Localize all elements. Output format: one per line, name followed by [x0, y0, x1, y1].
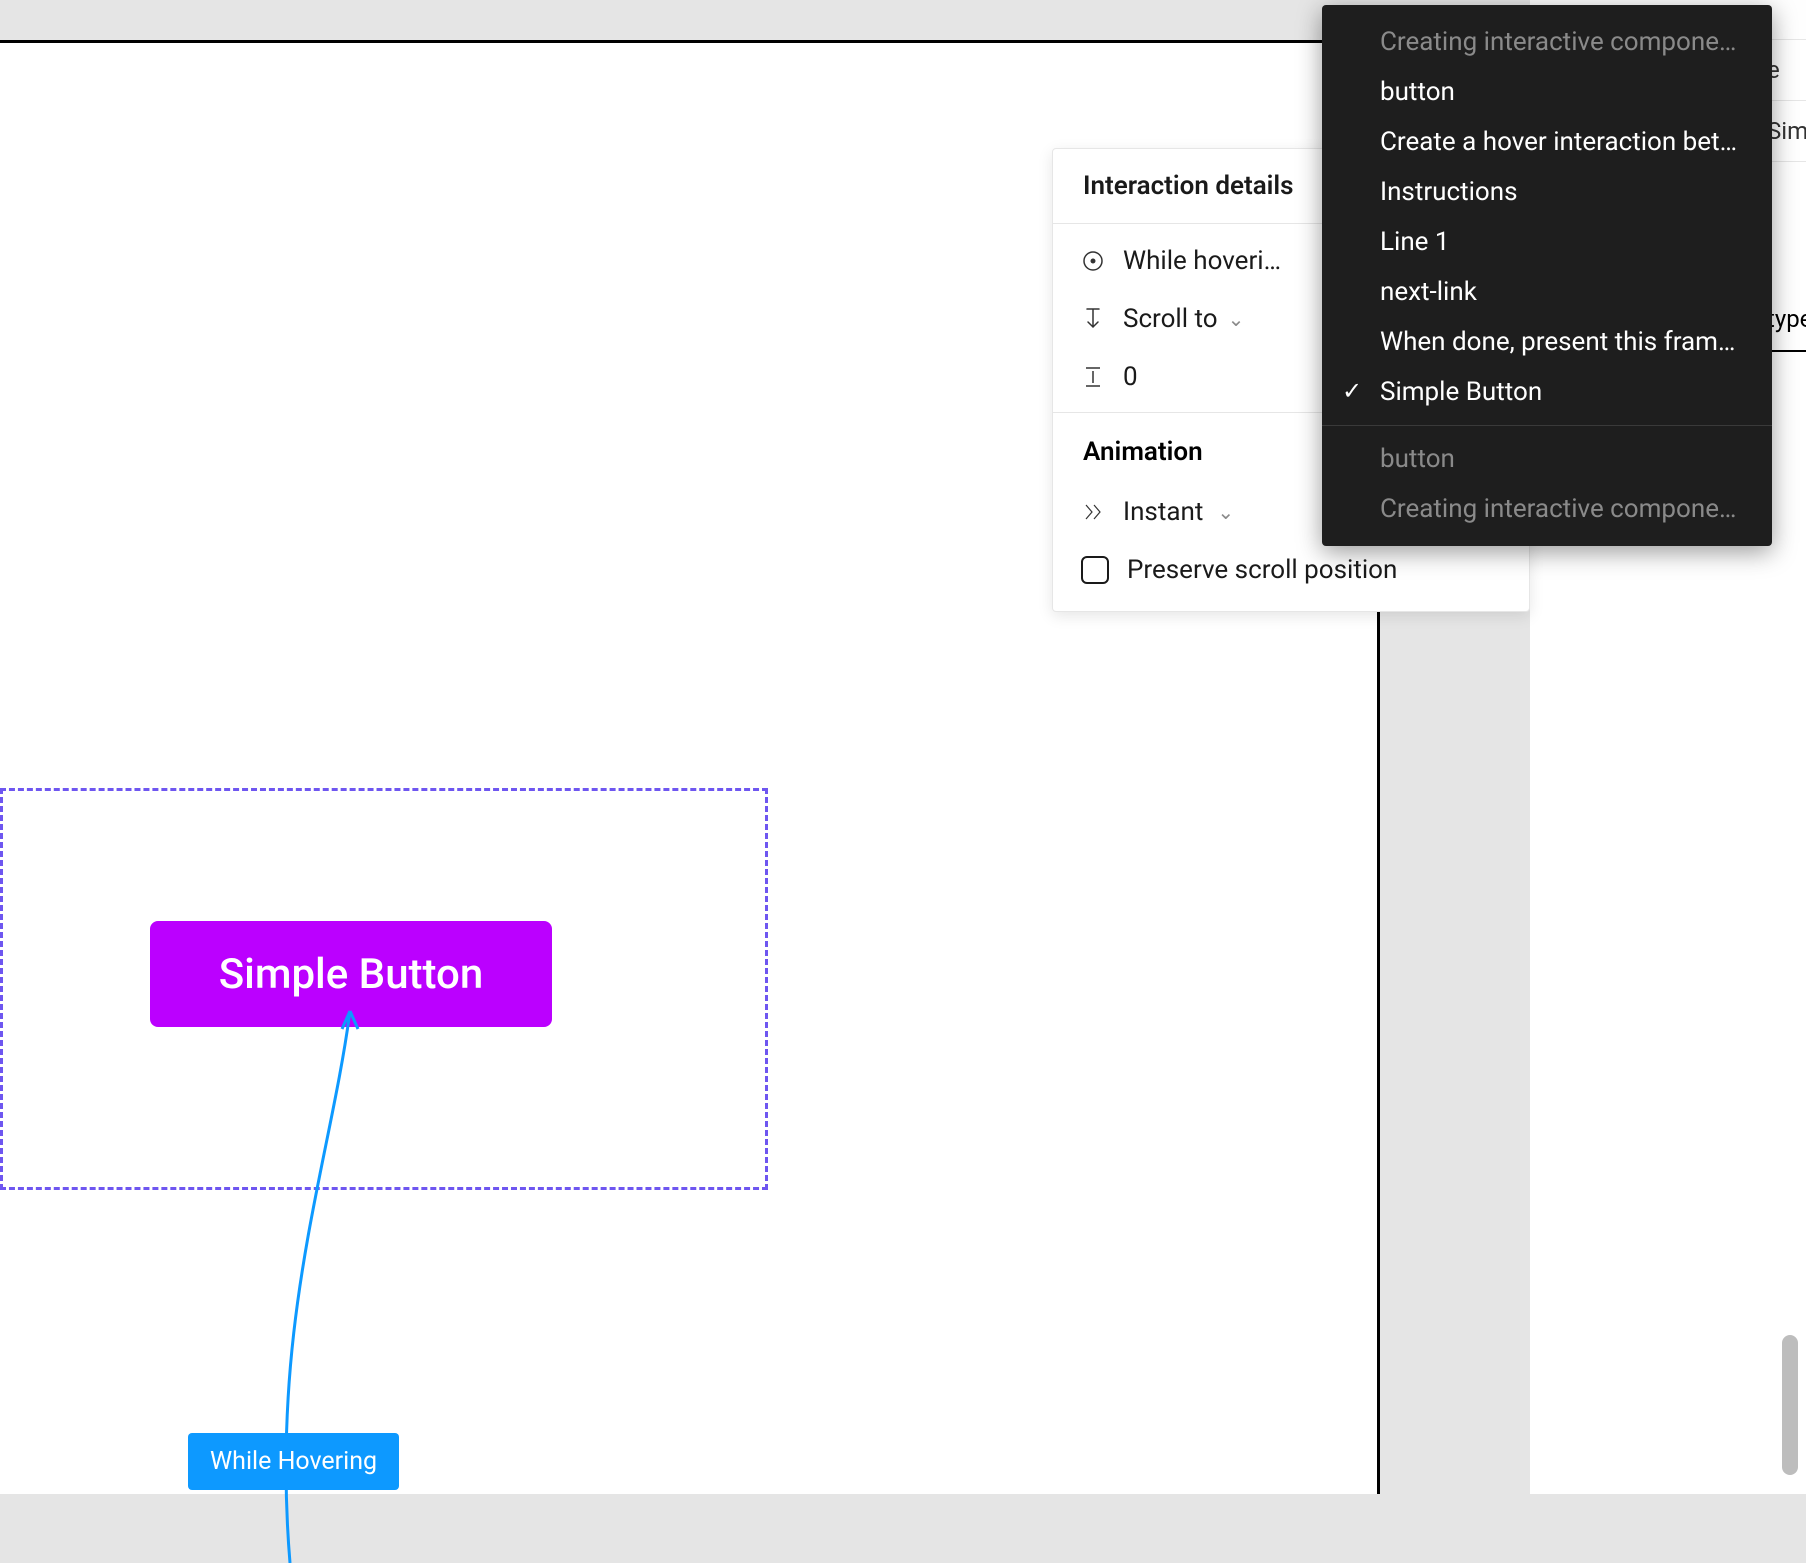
dropdown-item-label: button: [1380, 77, 1455, 107]
scroll-to-icon: [1081, 307, 1105, 331]
dropdown-divider: [1322, 425, 1772, 426]
dropdown-item-label: Instructions: [1380, 177, 1518, 207]
preserve-scroll-label: Preserve scroll position: [1127, 555, 1501, 585]
dropdown-item[interactable]: button: [1322, 434, 1772, 484]
scroll-target-dropdown: Creating interactive components button C…: [1322, 5, 1772, 546]
sidebar-row-fragment-2-text: Sim: [1767, 117, 1806, 145]
dropdown-item[interactable]: Creating interactive components: [1322, 17, 1772, 67]
offset-vertical-icon: [1081, 366, 1105, 388]
dropdown-item-label: Line 1: [1380, 227, 1450, 257]
dropdown-item-label: button: [1380, 444, 1455, 474]
simple-button-component[interactable]: Simple Button: [150, 921, 552, 1027]
dropdown-item-label: Create a hover interaction bet…: [1380, 127, 1737, 157]
dropdown-item-label: Creating interactive components: [1380, 27, 1755, 57]
target-icon: [1081, 250, 1105, 272]
dropdown-item[interactable]: Creating interactive components: [1322, 484, 1772, 534]
instant-icon: [1081, 501, 1105, 523]
interaction-trigger-badge-text: While Hovering: [210, 1447, 377, 1476]
simple-button-label: Simple Button: [219, 950, 484, 999]
dropdown-item[interactable]: Create a hover interaction bet…: [1322, 117, 1772, 167]
dropdown-item[interactable]: When done, present this frame…: [1322, 317, 1772, 367]
dropdown-item-label: next-link: [1380, 277, 1477, 307]
action-label: Scroll to: [1123, 304, 1218, 334]
sidebar-prototype-tab-text: type: [1767, 305, 1806, 333]
dropdown-item[interactable]: Instructions: [1322, 167, 1772, 217]
preserve-scroll-checkbox[interactable]: [1081, 556, 1109, 584]
interaction-trigger-badge[interactable]: While Hovering: [188, 1433, 399, 1490]
dropdown-item-label: Simple Button: [1380, 377, 1542, 407]
dropdown-item[interactable]: button: [1322, 67, 1772, 117]
dropdown-item[interactable]: next-link: [1322, 267, 1772, 317]
dropdown-item-label: Creating interactive components: [1380, 494, 1755, 524]
dropdown-item-selected[interactable]: Simple Button: [1322, 367, 1772, 417]
dropdown-item-label: When done, present this frame…: [1380, 327, 1749, 357]
dropdown-item[interactable]: Line 1: [1322, 217, 1772, 267]
preserve-scroll-row[interactable]: Preserve scroll position: [1053, 541, 1529, 611]
vertical-scrollbar[interactable]: [1782, 1335, 1798, 1475]
animation-type-label: Instant: [1123, 497, 1203, 527]
